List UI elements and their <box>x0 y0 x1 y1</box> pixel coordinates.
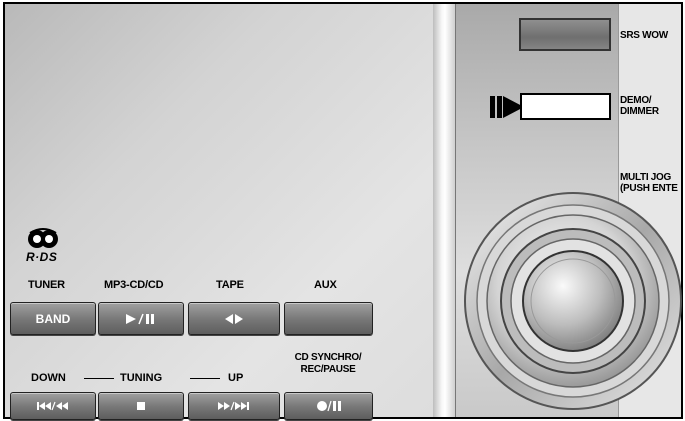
tuning-divider-right <box>190 378 220 379</box>
aux-button[interactable] <box>284 302 373 335</box>
skip-back-rewind-icon <box>37 401 68 411</box>
mp3-cd-label: MP3-CD/CD <box>104 279 164 291</box>
display-edge-strip <box>433 4 455 417</box>
tape-button[interactable] <box>188 302 280 335</box>
aux-label: AUX <box>314 279 337 291</box>
band-button[interactable]: BAND <box>10 302 96 335</box>
record-pause-button[interactable] <box>284 392 373 420</box>
tuning-divider-left <box>84 378 114 379</box>
tuning-down-label: DOWN <box>31 372 66 384</box>
tape-direction-icon <box>225 313 243 324</box>
tuning-down-button[interactable] <box>10 392 96 420</box>
tape-label: TAPE <box>216 279 244 291</box>
rds-logo-text: R·DS <box>26 250 58 264</box>
stop-button[interactable] <box>98 392 184 420</box>
record-pause-icon <box>316 400 341 412</box>
fast-forward-skip-icon <box>218 401 249 411</box>
srs-wow-button[interactable] <box>519 18 611 51</box>
play-pause-icon <box>126 313 154 324</box>
srs-wow-label: SRS WOW <box>620 30 668 41</box>
multi-jog-dial[interactable] <box>462 188 684 414</box>
tuning-up-button[interactable] <box>188 392 280 420</box>
tuner-label: TUNER <box>28 279 65 291</box>
band-button-label: BAND <box>35 311 71 326</box>
stop-icon <box>137 402 145 410</box>
demo-dimmer-button[interactable] <box>520 93 611 120</box>
mp3-cd-play-pause-button[interactable] <box>98 302 184 335</box>
cd-synchro-label: CD SYNCHRO/ REC/PAUSE <box>294 352 362 375</box>
tuning-up-label: UP <box>228 372 244 384</box>
tuning-label: TUNING <box>120 372 163 384</box>
demo-dimmer-label: DEMO/ DIMMER <box>620 95 659 117</box>
